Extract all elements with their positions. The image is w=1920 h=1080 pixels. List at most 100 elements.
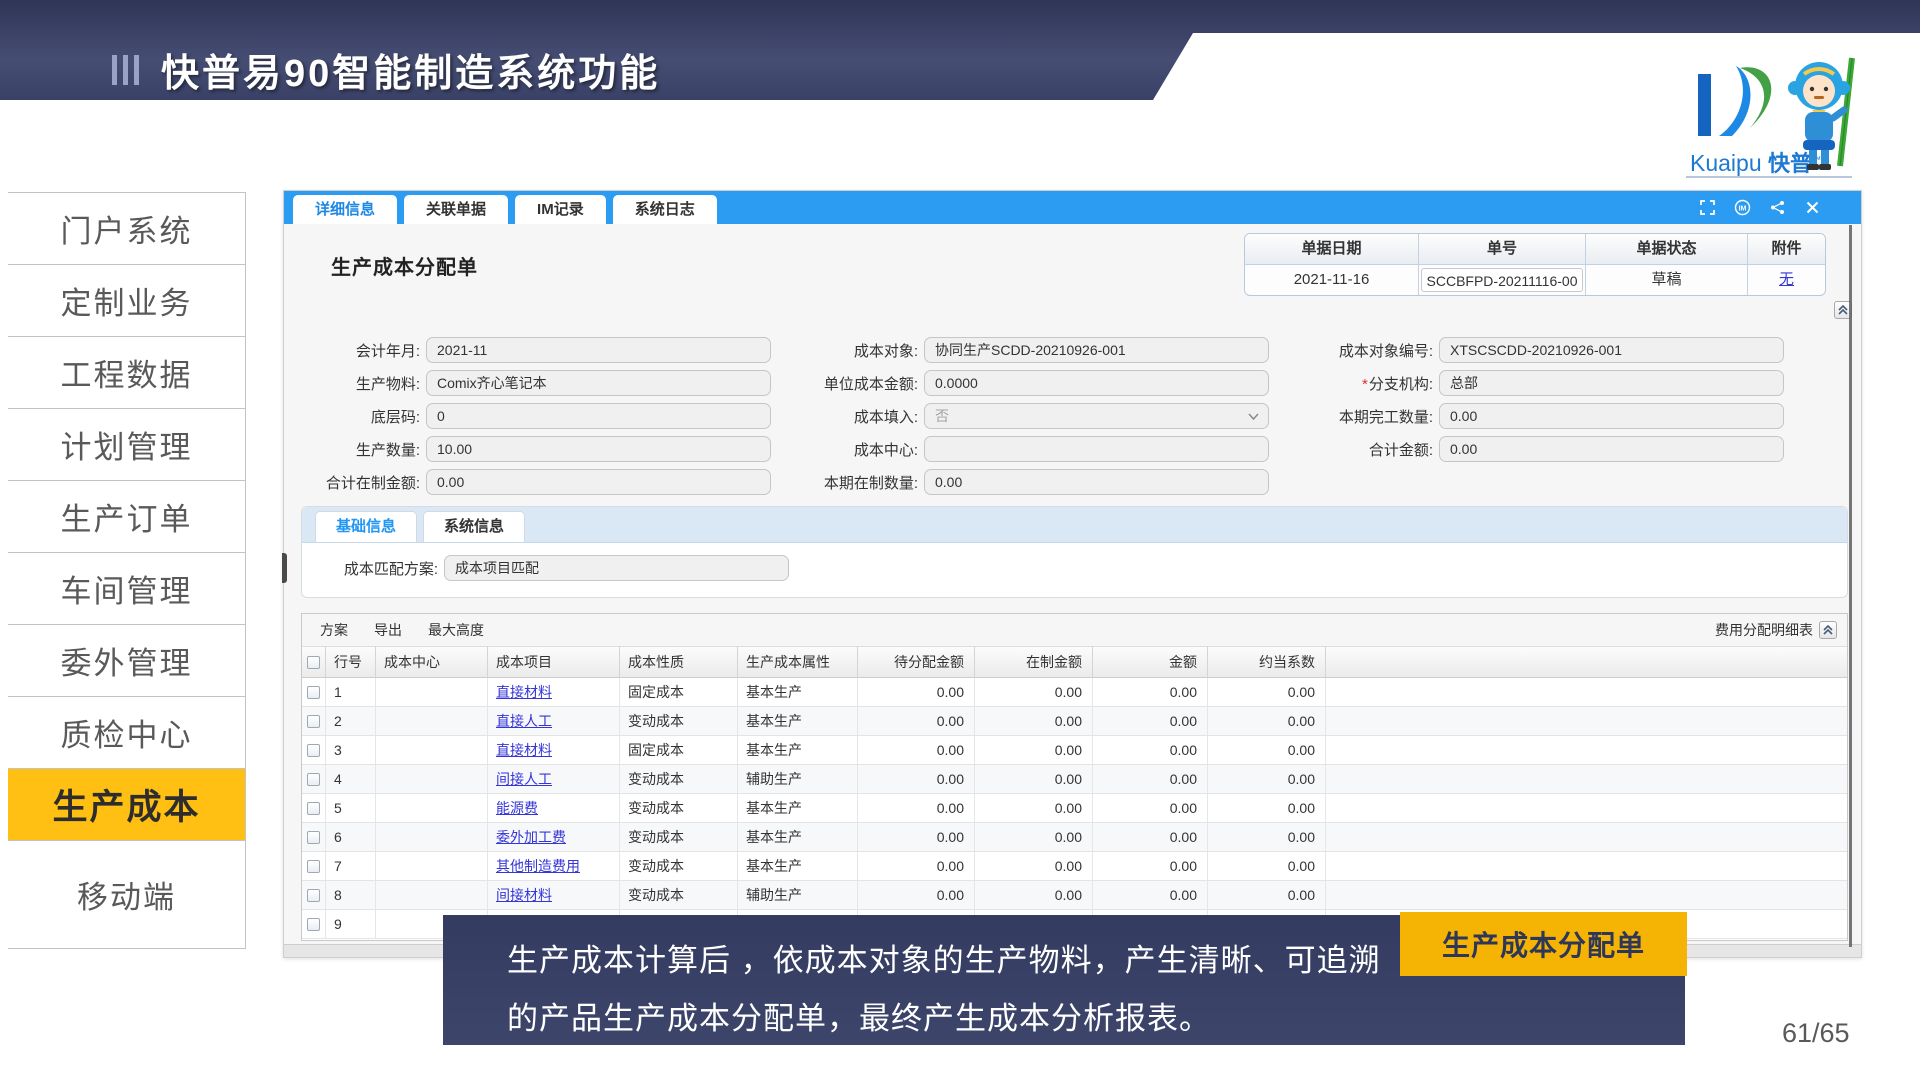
column-header: 金额	[1093, 647, 1208, 677]
field-input[interactable]: 否	[924, 403, 1269, 429]
row-checkbox[interactable]	[307, 889, 320, 902]
toolbar-link[interactable]: 最大高度	[428, 622, 484, 638]
subtab-bar: 基础信息系统信息	[302, 507, 1847, 543]
row-checkbox[interactable]	[307, 860, 320, 873]
sidebar-item[interactable]: 门户系统	[8, 193, 246, 265]
row-checkbox[interactable]	[307, 686, 320, 699]
sidebar-item[interactable]: 委外管理	[8, 625, 246, 697]
row-number: 3	[326, 736, 376, 764]
cost-item-link[interactable]: 间接材料	[488, 881, 620, 909]
row-number: 5	[326, 794, 376, 822]
share-icon[interactable]	[1768, 199, 1786, 217]
sidebar-item[interactable]: 工程数据	[8, 337, 246, 409]
field-label: 生产物料:	[286, 373, 420, 394]
cost-item-link[interactable]: 间接人工	[488, 765, 620, 793]
row-filler	[1326, 852, 1847, 880]
field-label: 本期完工数量:	[1299, 406, 1433, 427]
grid-header-row: 行号成本中心成本项目成本性质生产成本属性待分配金额在制金额金额约当系数	[302, 647, 1847, 678]
cost-item-link[interactable]: 能源费	[488, 794, 620, 822]
field-input[interactable]: 0.0000	[924, 370, 1269, 396]
sidebar-item[interactable]: 车间管理	[8, 553, 246, 625]
row-checkbox[interactable]	[307, 715, 320, 728]
cost-item-link[interactable]: 直接人工	[488, 707, 620, 735]
match-plan-input[interactable]: 成本项目匹配	[444, 555, 789, 581]
window-tabbar: 详细信息关联单据IM记录系统日志 IM	[284, 191, 1861, 224]
close-icon[interactable]	[1803, 199, 1821, 217]
window-tab[interactable]: 详细信息	[293, 195, 397, 224]
cost-nature-cell: 变动成本	[620, 852, 738, 880]
info-header-number: 单号	[1419, 234, 1586, 264]
toolbar-link[interactable]: 方案	[320, 622, 348, 638]
logo-underline	[1686, 176, 1852, 178]
row-checkbox[interactable]	[307, 918, 320, 931]
required-asterisk: *	[1362, 376, 1368, 393]
field-input[interactable]: 10.00	[426, 436, 771, 462]
cost-item-link[interactable]: 委外加工费	[488, 823, 620, 851]
field-input[interactable]: 0.00	[1439, 436, 1784, 462]
panel-collapse-handle[interactable]	[282, 553, 287, 583]
sidebar-item[interactable]: 生产订单	[8, 481, 246, 553]
cost-item-link[interactable]: 直接材料	[488, 736, 620, 764]
field-input[interactable]: 0.00	[924, 469, 1269, 495]
caption-title-badge: 生产成本分配单	[1400, 912, 1687, 976]
expand-icon[interactable]	[1698, 199, 1716, 217]
table-row: 8间接材料变动成本辅助生产0.000.000.000.00	[302, 881, 1847, 910]
row-filler	[1326, 794, 1847, 822]
form-field: 成本对象:协同生产SCDD-20210926-001	[784, 337, 1269, 363]
pending-amount-cell: 0.00	[858, 678, 975, 706]
doc-attachment-link[interactable]: 无	[1748, 265, 1825, 295]
field-input[interactable]: 总部	[1439, 370, 1784, 396]
window-tab[interactable]: IM记录	[515, 195, 606, 224]
row-number: 7	[326, 852, 376, 880]
sidebar-item[interactable]: 定制业务	[8, 265, 246, 337]
field-input[interactable]: 协同生产SCDD-20210926-001	[924, 337, 1269, 363]
field-input[interactable]	[924, 436, 1269, 462]
field-input[interactable]: 0	[426, 403, 771, 429]
field-input[interactable]: Comix齐心笔记本	[426, 370, 771, 396]
window-tab[interactable]: 关联单据	[404, 195, 508, 224]
pending-amount-cell: 0.00	[858, 852, 975, 880]
sidebar-item[interactable]: 质检中心	[8, 697, 246, 769]
row-checkbox[interactable]	[307, 773, 320, 786]
production-attr-cell: 基本生产	[738, 823, 858, 851]
table-row: 3直接材料固定成本基本生产0.000.000.000.00	[302, 736, 1847, 765]
wip-amount-cell: 0.00	[975, 794, 1093, 822]
sidebar-item[interactable]: 生产成本	[8, 769, 246, 841]
select-all-cell	[302, 647, 326, 677]
sidebar-item[interactable]: 移动端	[8, 841, 246, 949]
row-checkbox[interactable]	[307, 744, 320, 757]
im-icon[interactable]: IM	[1733, 199, 1751, 217]
collapse-grid-button[interactable]	[1819, 621, 1837, 639]
equivalent-factor-cell: 0.00	[1208, 881, 1326, 909]
wip-amount-cell: 0.00	[975, 707, 1093, 735]
table-row: 4间接人工变动成本辅助生产0.000.000.000.00	[302, 765, 1847, 794]
row-checkbox[interactable]	[307, 802, 320, 815]
pending-amount-cell: 0.00	[858, 765, 975, 793]
row-filler	[1326, 765, 1847, 793]
toolbar-link[interactable]: 导出	[374, 622, 402, 638]
wip-amount-cell: 0.00	[975, 765, 1093, 793]
cost-item-link[interactable]: 直接材料	[488, 678, 620, 706]
subtab[interactable]: 系统信息	[423, 511, 525, 542]
cost-item-text: 委外加工费	[496, 829, 566, 845]
svg-text:IM: IM	[1738, 205, 1746, 212]
double-chevron-up-icon	[1838, 305, 1848, 315]
field-input[interactable]: 2021-11	[426, 337, 771, 363]
field-input[interactable]: 0.00	[1439, 403, 1784, 429]
cost-item-link[interactable]: 其他制造费用	[488, 852, 620, 880]
production-attr-cell: 基本生产	[738, 678, 858, 706]
cost-center-cell	[376, 881, 488, 909]
form-field: 成本对象编号:XTSCSCDD-20210926-001	[1299, 337, 1784, 363]
field-input[interactable]: XTSCSCDD-20210926-001	[1439, 337, 1784, 363]
field-input[interactable]: 0.00	[426, 469, 771, 495]
amount-cell: 0.00	[1093, 736, 1208, 764]
window-tab[interactable]: 系统日志	[613, 195, 717, 224]
column-header: 成本性质	[620, 647, 738, 677]
field-label: 生产数量:	[286, 439, 420, 460]
row-checkbox[interactable]	[307, 831, 320, 844]
amount-cell: 0.00	[1093, 852, 1208, 880]
select-all-checkbox[interactable]	[307, 656, 320, 669]
subtab[interactable]: 基础信息	[315, 511, 417, 542]
cost-item-text: 直接材料	[496, 684, 552, 700]
sidebar-item[interactable]: 计划管理	[8, 409, 246, 481]
